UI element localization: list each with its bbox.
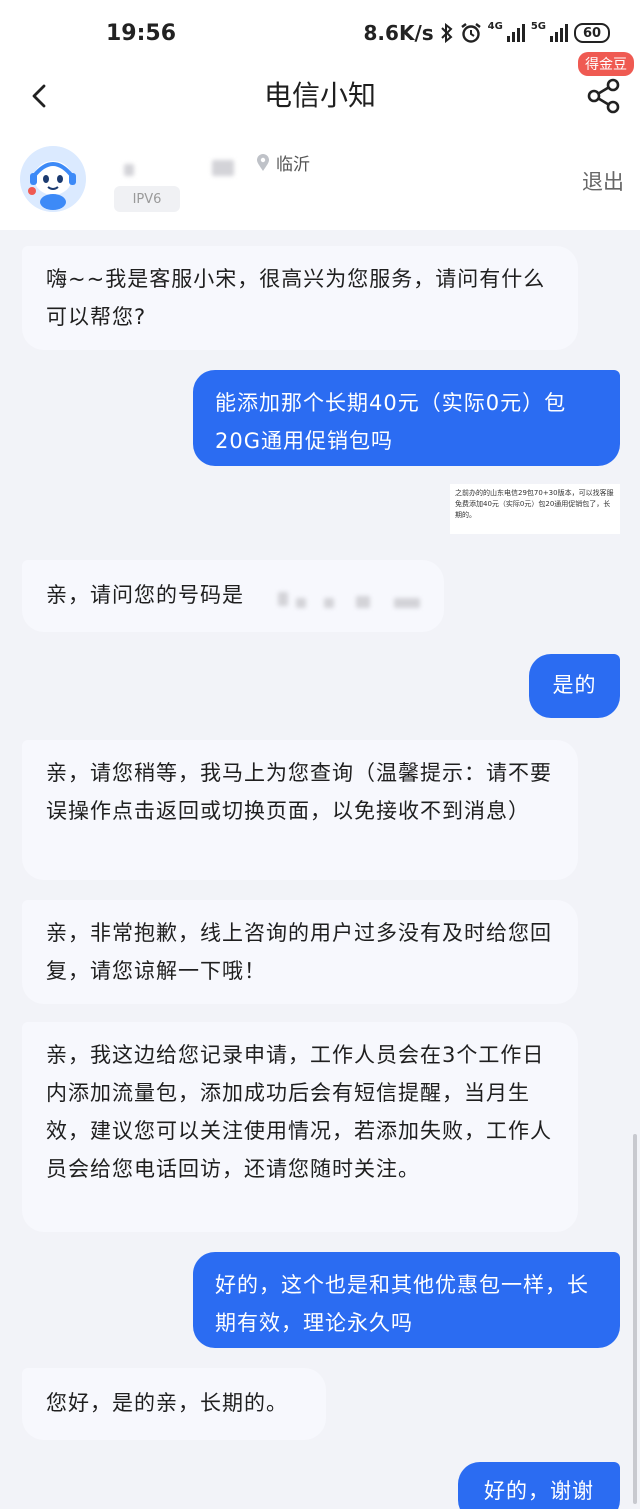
message-bubble: 亲，请问您的号码是 <box>22 560 444 632</box>
share-icon[interactable] <box>582 74 626 118</box>
redacted-number <box>212 160 234 176</box>
page-title: 电信小知 <box>263 79 376 112</box>
message-bubble: 好的，谢谢 <box>458 1462 620 1509</box>
message-text: 能添加那个长期40元（实际0元）包20G通用促销包吗 <box>215 391 567 453</box>
robot-avatar-icon <box>20 146 86 212</box>
status-indicators: 8.6K/s 4G 5G 60 <box>364 21 610 45</box>
service-header: 临沂 IPV6 退出 <box>0 126 640 230</box>
redacted-phone <box>356 596 370 608</box>
message-text: 您好，是的亲，长期的。 <box>46 1391 288 1415</box>
coin-badge[interactable]: 得金豆 <box>578 52 634 76</box>
message-bubble: 嗨~~我是客服小宋，很高兴为您服务，请问有什么可以帮您? <box>22 246 578 350</box>
chevron-left-icon[interactable] <box>22 76 62 116</box>
location: 临沂 <box>256 150 310 175</box>
message-text: 嗨~~我是客服小宋，很高兴为您服务，请问有什么可以帮您? <box>46 267 546 329</box>
location-pin-icon <box>257 153 269 171</box>
status-bar: 19:56 8.6K/s 4G 5G 60 <box>0 0 640 66</box>
net-5g-label: 5G <box>530 21 546 32</box>
location-label: 临沂 <box>276 155 310 175</box>
net-4g-label: 4G <box>487 21 503 32</box>
message-bubble: 是的 <box>529 654 620 718</box>
message-bubble: 能添加那个长期40元（实际0元）包20G通用促销包吗 <box>193 370 620 466</box>
message-text: 好的，谢谢 <box>484 1479 594 1503</box>
message-text: 亲，请问您的号码是 <box>46 583 244 607</box>
image-caption: 之前办的的山东电信29包70+30版本，可以找客服免费添加40元（实际0元）包2… <box>455 489 614 519</box>
battery-icon: 60 <box>574 23 610 43</box>
signal-icon <box>550 24 568 42</box>
ipv6-badge: IPV6 <box>114 186 180 212</box>
redacted-phone <box>324 598 334 608</box>
redacted-name <box>124 164 134 176</box>
scrollbar[interactable] <box>633 1134 637 1504</box>
alarm-icon <box>460 23 481 43</box>
message-bubble: 好的，这个也是和其他优惠包一样，长期有效，理论永久吗 <box>193 1252 620 1348</box>
message-bubble: 亲，非常抱歉，线上咨询的用户过多没有及时给您回复，请您谅解一下哦！ <box>22 900 578 1004</box>
exit-button[interactable]: 退出 <box>582 166 624 196</box>
message-text: 亲，我这边给您记录申请，工作人员会在3个工作日内添加流量包，添加成功后会有短信提… <box>46 1043 552 1181</box>
redacted-phone <box>278 592 288 606</box>
image-message[interactable]: 之前办的的山东电信29包70+30版本，可以找客服免费添加40元（实际0元）包2… <box>450 484 620 534</box>
message-bubble: 亲，我这边给您记录申请，工作人员会在3个工作日内添加流量包，添加成功后会有短信提… <box>22 1022 578 1232</box>
bluetooth-icon <box>440 23 453 43</box>
message-bubble: 您好，是的亲，长期的。 <box>22 1368 326 1440</box>
redacted-phone <box>296 598 306 608</box>
message-bubble: 亲，请您稍等，我马上为您查询（温馨提示：请不要误操作点击返回或切换页面，以免接收… <box>22 740 578 880</box>
signal-icon <box>506 24 525 42</box>
net-speed: 8.6K/s <box>363 21 434 45</box>
avatar <box>20 146 86 212</box>
nav-bar: 电信小知 得金豆 <box>0 52 640 126</box>
message-text: 亲，非常抱歉，线上咨询的用户过多没有及时给您回复，请您谅解一下哦！ <box>46 921 552 983</box>
message-text: 是的 <box>552 673 597 697</box>
message-text: 好的，这个也是和其他优惠包一样，长期有效，理论永久吗 <box>215 1273 589 1335</box>
message-text: 亲，请您稍等，我马上为您查询（温馨提示：请不要误操作点击返回或切换页面，以免接收… <box>46 761 552 823</box>
status-time: 19:56 <box>106 20 177 46</box>
redacted-phone <box>394 598 420 608</box>
